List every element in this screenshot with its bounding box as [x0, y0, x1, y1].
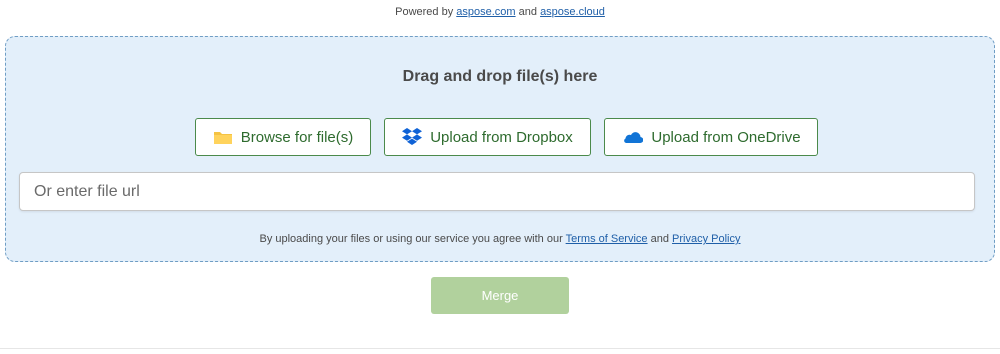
- upload-onedrive-label: Upload from OneDrive: [651, 128, 801, 146]
- upload-page: Powered by aspose.com and aspose.cloud D…: [0, 0, 1000, 354]
- browse-files-button[interactable]: Browse for file(s): [195, 118, 371, 156]
- upload-source-buttons: Browse for file(s) Upload from Dropbox U…: [6, 118, 994, 156]
- aspose-com-link[interactable]: aspose.com: [456, 6, 515, 18]
- folder-icon: [213, 129, 233, 145]
- upload-dropbox-label: Upload from Dropbox: [430, 128, 573, 146]
- powered-by-line: Powered by aspose.com and aspose.cloud: [0, 6, 1000, 18]
- browse-files-label: Browse for file(s): [240, 128, 354, 146]
- file-dropzone[interactable]: Drag and drop file(s) here Browse for fi…: [5, 36, 995, 262]
- privacy-policy-link[interactable]: Privacy Policy: [672, 233, 740, 245]
- merge-button[interactable]: Merge: [431, 277, 569, 314]
- powered-by-conjunction: and: [518, 6, 537, 18]
- terms-prefix: By uploading your files or using our ser…: [259, 233, 563, 245]
- terms-of-service-link[interactable]: Terms of Service: [566, 233, 648, 245]
- onedrive-icon: [621, 130, 644, 144]
- terms-conjunction: and: [650, 233, 669, 245]
- divider: [0, 348, 1000, 349]
- file-url-input[interactable]: [19, 172, 975, 211]
- upload-dropbox-button[interactable]: Upload from Dropbox: [384, 118, 591, 156]
- powered-by-prefix: Powered by: [395, 6, 454, 18]
- dropzone-title: Drag and drop file(s) here: [402, 68, 598, 85]
- aspose-cloud-link[interactable]: aspose.cloud: [540, 6, 605, 18]
- dropbox-icon: [402, 128, 423, 146]
- terms-notice: By uploading your files or using our ser…: [6, 233, 994, 245]
- upload-onedrive-button[interactable]: Upload from OneDrive: [604, 118, 818, 156]
